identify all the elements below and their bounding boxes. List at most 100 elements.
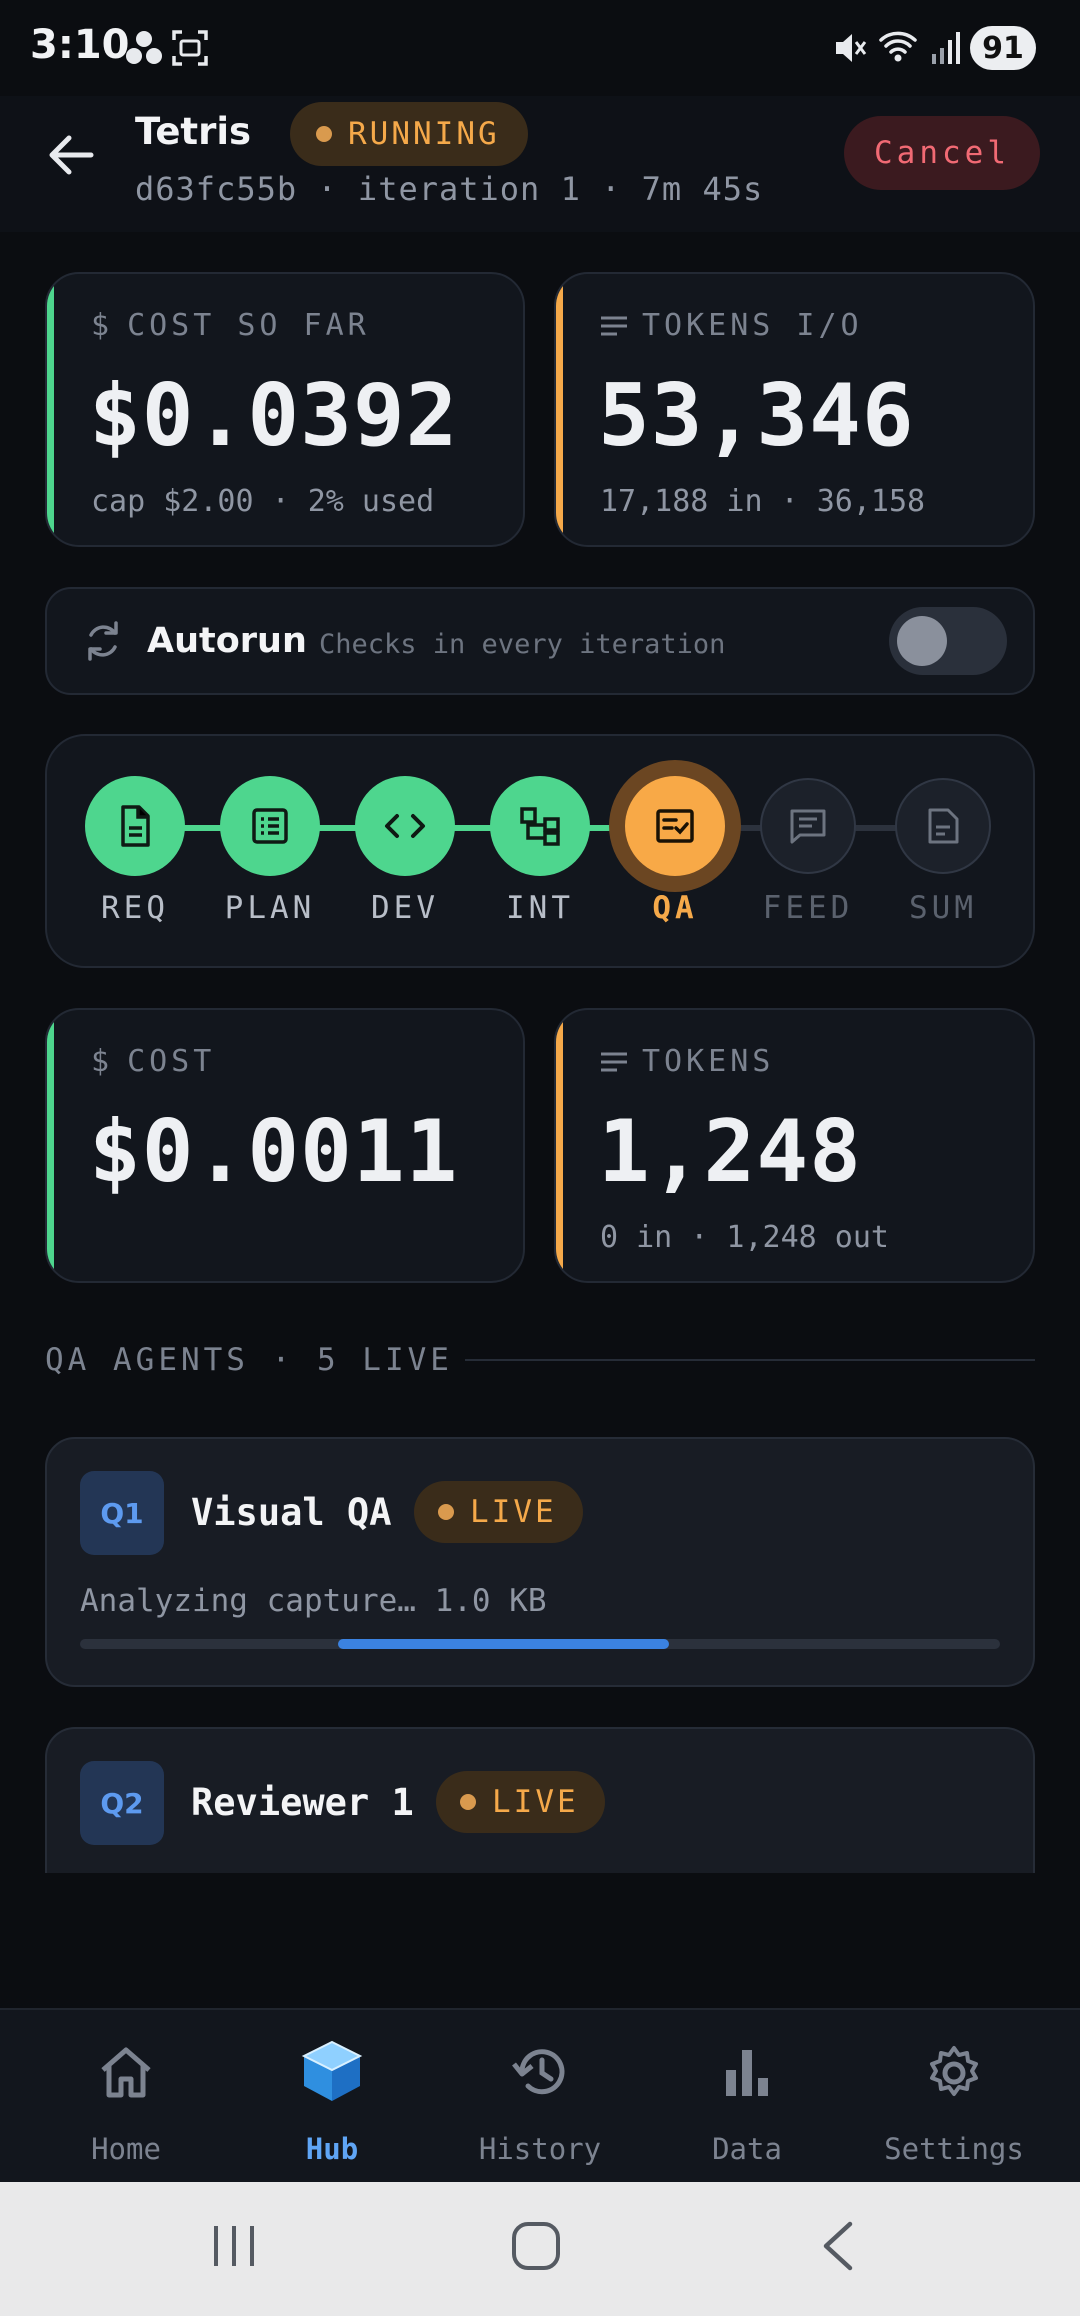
agent-id-badge: Q2 bbox=[80, 1761, 164, 1845]
nav-home[interactable]: Home bbox=[18, 2010, 234, 2184]
history-icon bbox=[512, 2049, 565, 2095]
run-title: Tetris bbox=[135, 110, 252, 153]
live-dot-icon bbox=[460, 1794, 476, 1810]
step-label-feed: FEED bbox=[762, 890, 854, 926]
step-sum[interactable] bbox=[895, 778, 991, 874]
card-label: $ COST bbox=[91, 1044, 215, 1079]
status-time: 3:10 bbox=[30, 22, 130, 68]
nav-settings[interactable]: Settings bbox=[846, 2010, 1062, 2184]
nav-home-label: Home bbox=[91, 2132, 161, 2166]
total-cost-card: $ COST SO FAR $0.0392 cap $2.00 · 2% use… bbox=[45, 272, 525, 547]
stage-tokens-value: 1,248 bbox=[598, 1102, 862, 1202]
document-icon bbox=[121, 805, 150, 847]
autorun-toggle[interactable] bbox=[889, 607, 1007, 675]
total-tokens-label: TOKENS I/O bbox=[642, 308, 863, 343]
home-system-button[interactable] bbox=[510, 2220, 562, 2272]
step-plan[interactable] bbox=[220, 776, 320, 876]
agent-name: Reviewer 1 bbox=[191, 1781, 414, 1824]
recent-apps-button[interactable] bbox=[210, 2220, 258, 2272]
card-accent bbox=[556, 1010, 563, 1281]
gear-icon bbox=[930, 2046, 978, 2096]
live-badge-text: LIVE bbox=[492, 1784, 579, 1820]
live-badge-text: LIVE bbox=[470, 1494, 557, 1530]
total-cost-value: $0.0392 bbox=[89, 366, 459, 466]
agent-card-q2[interactable]: Q2 Reviewer 1 LIVE bbox=[45, 1727, 1035, 1873]
agent-progress-fill bbox=[337, 1639, 669, 1649]
stage-cost-value: $0.0011 bbox=[89, 1102, 459, 1202]
autorun-row: Autorun Checks in every iteration bbox=[45, 587, 1035, 695]
stage-tokens-card: TOKENS 1,248 0 in · 1,248 out bbox=[554, 1008, 1035, 1283]
step-feed[interactable] bbox=[760, 778, 856, 874]
card-accent bbox=[47, 274, 54, 545]
stage-cost-label: COST bbox=[127, 1044, 216, 1079]
status-bar: 3:10 91 bbox=[0, 0, 1080, 96]
agent-name: Visual QA bbox=[191, 1491, 392, 1534]
arrow-left-icon bbox=[49, 135, 94, 175]
nav-settings-label: Settings bbox=[884, 2132, 1024, 2166]
dollar-icon: $ bbox=[91, 1044, 114, 1079]
lines-icon bbox=[601, 316, 627, 335]
autorun-description: Checks in every iteration bbox=[319, 629, 726, 660]
screenshot-icon bbox=[172, 30, 208, 66]
autorun-title: Autorun bbox=[147, 621, 307, 661]
card-accent bbox=[47, 1010, 54, 1281]
step-label-req: REQ bbox=[101, 890, 169, 926]
card-label: $ COST SO FAR bbox=[91, 308, 370, 343]
mute-icon bbox=[836, 34, 867, 62]
nav-data[interactable]: Data bbox=[639, 2010, 855, 2184]
app-cluster-icon bbox=[126, 31, 162, 64]
total-tokens-card: TOKENS I/O 53,346 17,188 in · 36,158 bbox=[554, 272, 1035, 547]
step-label-int: INT bbox=[506, 890, 574, 926]
list-icon bbox=[252, 808, 288, 844]
lines-icon bbox=[601, 1052, 627, 1071]
total-tokens-value: 53,346 bbox=[598, 366, 915, 466]
card-label: TOKENS I/O bbox=[600, 308, 863, 343]
agent-progress-bar bbox=[80, 1639, 1000, 1649]
status-dot-icon bbox=[316, 126, 332, 142]
section-divider bbox=[465, 1359, 1035, 1361]
hub-cube-icon bbox=[301, 2040, 363, 2101]
step-int[interactable] bbox=[490, 776, 590, 876]
live-badge: LIVE bbox=[414, 1481, 583, 1543]
wifi-icon bbox=[879, 31, 917, 62]
signal-icon bbox=[932, 32, 960, 64]
total-cost-sub: cap $2.00 · 2% used bbox=[91, 484, 435, 519]
step-label-plan: PLAN bbox=[224, 890, 316, 926]
live-badge: LIVE bbox=[436, 1771, 605, 1833]
total-cost-label: COST SO FAR bbox=[127, 308, 370, 343]
pipeline-stepper: REQ PLAN DEV INT QA FEED SUM bbox=[45, 734, 1035, 968]
stage-cost-card: $ COST $0.0011 bbox=[45, 1008, 525, 1283]
checklist-icon bbox=[656, 809, 694, 843]
bar-chart-icon bbox=[726, 2050, 768, 2096]
step-label-sum: SUM bbox=[909, 890, 977, 926]
step-label-dev: DEV bbox=[371, 890, 439, 926]
nav-history[interactable]: History bbox=[432, 2010, 648, 2184]
toggle-knob bbox=[897, 616, 947, 666]
back-system-button[interactable] bbox=[818, 2220, 858, 2272]
run-subtitle: d63fc55b · iteration 1 · 7m 45s bbox=[135, 170, 764, 208]
agent-status-text: Analyzing capture… 1.0 KB bbox=[80, 1583, 547, 1619]
total-tokens-sub: 17,188 in · 36,158 bbox=[600, 484, 926, 519]
step-req[interactable] bbox=[85, 776, 185, 876]
card-label: TOKENS bbox=[600, 1044, 774, 1079]
stage-tokens-label: TOKENS bbox=[642, 1044, 775, 1079]
nav-hub[interactable]: Hub bbox=[224, 2010, 440, 2184]
system-navigation-bar bbox=[0, 2182, 1080, 2316]
back-button[interactable] bbox=[40, 124, 102, 186]
agents-section-title: QA AGENTS · 5 LIVE bbox=[45, 1342, 453, 1378]
stage-tokens-sub: 0 in · 1,248 out bbox=[600, 1220, 889, 1255]
agent-card-q1[interactable]: Q1 Visual QA LIVE Analyzing capture… 1.0… bbox=[45, 1437, 1035, 1687]
bottom-navigation: Home Hub History Data Settings bbox=[0, 2008, 1080, 2182]
home-icon bbox=[101, 2047, 151, 2098]
nav-data-label: Data bbox=[712, 2132, 782, 2166]
refresh-icon bbox=[88, 621, 118, 661]
battery-indicator: 91 bbox=[970, 26, 1036, 70]
run-header: Tetris RUNNING d63fc55b · iteration 1 · … bbox=[0, 96, 1080, 232]
cancel-button[interactable]: Cancel bbox=[844, 116, 1040, 190]
running-status-badge: RUNNING bbox=[290, 102, 528, 166]
step-qa[interactable] bbox=[625, 776, 725, 876]
running-status-text: RUNNING bbox=[348, 116, 500, 152]
card-accent bbox=[556, 274, 563, 545]
code-icon bbox=[385, 814, 425, 838]
step-dev[interactable] bbox=[355, 776, 455, 876]
